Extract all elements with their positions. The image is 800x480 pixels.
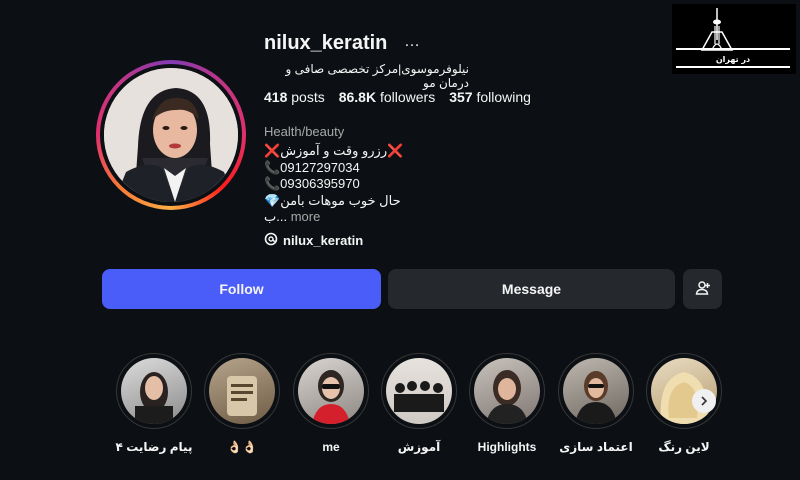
posts-stat[interactable]: 418 posts	[264, 89, 325, 105]
highlight-item[interactable]: Highlights	[467, 353, 547, 454]
watermark-logo: در تهران	[672, 4, 796, 74]
highlight-thumbnail	[474, 358, 540, 424]
posts-label: posts	[291, 89, 325, 105]
profile-photo	[104, 68, 238, 202]
highlight-thumbnail	[121, 358, 187, 424]
follow-button[interactable]: Follow	[102, 269, 381, 309]
suggest-similar-button[interactable]	[683, 269, 722, 309]
profile-stats: 418 posts 86.8K followers 357 following	[264, 89, 531, 105]
message-button[interactable]: Message	[388, 269, 675, 309]
bio-line: ❌رزرو وقت و آموزش❌	[264, 143, 404, 158]
bio-line: ب...	[264, 209, 288, 224]
threads-link[interactable]: nilux_keratin	[264, 232, 363, 249]
highlight-thumbnail	[209, 358, 275, 424]
highlight-item[interactable]: پیام رضایت ۴	[114, 353, 194, 454]
followers-count: 86.8K	[338, 89, 377, 105]
highlight-label: آموزش	[397, 440, 441, 454]
highlight-label: me	[322, 440, 340, 454]
bio-line: 📞09127297034	[264, 159, 360, 175]
highlights-next-button[interactable]	[692, 389, 716, 413]
threads-handle: nilux_keratin	[283, 233, 364, 248]
posts-count: 418	[264, 89, 288, 105]
highlight-item[interactable]: 👌🏻👌🏻	[202, 353, 282, 454]
profile-username: nilux_keratin	[264, 32, 388, 54]
followers-stat[interactable]: 86.8K followers	[339, 89, 436, 105]
highlight-thumbnail	[563, 358, 629, 424]
highlight-thumbnail	[386, 358, 452, 424]
highlight-label: Highlights	[477, 440, 537, 454]
following-label: following	[476, 89, 531, 105]
highlight-item[interactable]: اعتماد سازی	[556, 353, 636, 454]
profile-full-name: نیلوفرموسوی|مرکز تخصصی صافی و درمان مو	[285, 62, 469, 90]
watermark-text: در تهران	[716, 55, 750, 64]
highlight-item[interactable]: آموزش	[379, 353, 459, 454]
bio-more-link[interactable]: more	[291, 209, 321, 224]
profile-avatar[interactable]	[96, 60, 246, 210]
following-stat[interactable]: 357 following	[449, 89, 531, 105]
following-count: 357	[449, 89, 473, 105]
highlight-label: 👌🏻👌🏻	[227, 440, 257, 454]
profile-bio: ❌رزرو وقت و آموزش❌ 📞09127297034 📞0930639…	[264, 143, 403, 226]
highlight-label: اعتماد سازی	[559, 440, 633, 454]
more-options-icon[interactable]: …	[404, 33, 421, 51]
bio-line: 💎حال خوب موهات بامن	[264, 192, 401, 208]
bio-line: 📞09306395970	[264, 176, 360, 191]
highlight-item[interactable]: me	[291, 353, 371, 454]
add-person-icon	[695, 280, 711, 299]
highlight-label: پیام رضایت ۴	[115, 440, 193, 454]
followers-label: followers	[379, 89, 436, 105]
highlight-thumbnail	[298, 358, 364, 424]
threads-icon	[264, 232, 278, 249]
chevron-right-icon	[699, 393, 709, 409]
highlight-label: لاین رنگ	[658, 440, 710, 454]
profile-category: Health/beauty	[264, 124, 345, 139]
